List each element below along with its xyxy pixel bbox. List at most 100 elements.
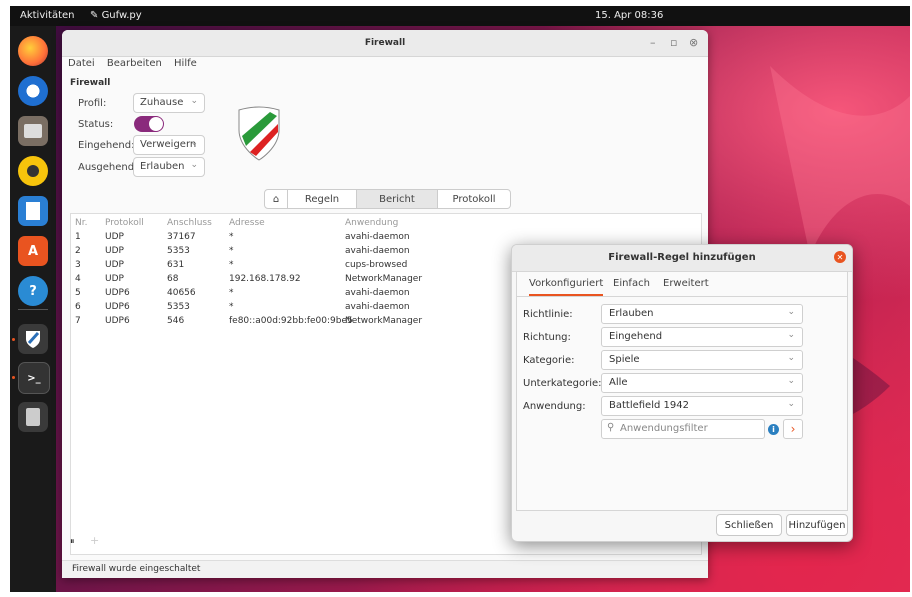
anwendung-label: Anwendung: <box>523 401 586 412</box>
chevron-down-icon: ⌄ <box>787 353 795 363</box>
running-indicator <box>12 376 15 379</box>
anwendung-select[interactable]: Battlefield 1942 ⌄ <box>601 396 803 416</box>
richtlinie-select[interactable]: Erlauben ⌄ <box>601 304 803 324</box>
chevron-down-icon: ⌄ <box>190 138 198 148</box>
terminal-icon[interactable]: >_ <box>18 362 50 394</box>
tab-protokoll[interactable]: Protokoll <box>438 190 510 208</box>
dialog-titlebar[interactable]: Firewall-Regel hinzufügen ✕ <box>512 245 852 272</box>
firefox-icon[interactable] <box>18 36 48 66</box>
cell-protokoll: UDP6 <box>105 302 130 312</box>
cell-nr: 7 <box>75 316 81 326</box>
chevron-down-icon: ⌄ <box>787 307 795 317</box>
menu-bearbeiten[interactable]: Bearbeiten <box>107 58 162 69</box>
status-toggle[interactable] <box>134 116 164 132</box>
col-anwendung[interactable]: Anwendung <box>345 218 398 228</box>
toggle-knob <box>149 117 163 131</box>
thunderbird-icon[interactable] <box>18 76 48 106</box>
filter-placeholder: Anwendungsfilter <box>620 423 708 434</box>
unterkategorie-select[interactable]: Alle ⌄ <box>601 373 803 393</box>
trash-icon[interactable] <box>18 402 48 432</box>
home-tab[interactable]: ⌂ <box>265 190 288 208</box>
chevron-down-icon: ⌄ <box>787 376 795 386</box>
cell-adresse: * <box>229 288 234 298</box>
files-icon[interactable] <box>18 116 48 146</box>
cell-anwendung: cups-browsed <box>345 260 408 270</box>
cell-nr: 2 <box>75 246 81 256</box>
info-icon[interactable]: i <box>768 424 779 435</box>
running-indicator <box>12 338 15 341</box>
profile-select[interactable]: Zuhause ⌄ <box>133 93 205 113</box>
rhythmbox-icon[interactable] <box>18 156 48 186</box>
chevron-down-icon: ⌄ <box>190 160 198 170</box>
help-icon[interactable]: ? <box>18 276 48 306</box>
cell-adresse: * <box>229 302 234 312</box>
add-icon[interactable]: + <box>90 534 99 547</box>
cell-anwendung: avahi-daemon <box>345 302 410 312</box>
col-protokoll[interactable]: Protokoll <box>105 218 144 228</box>
cell-protokoll: UDP <box>105 246 124 256</box>
unterkategorie-value: Alle <box>609 377 628 388</box>
tab-regeln[interactable]: Regeln <box>288 190 357 208</box>
clock[interactable]: 15. Apr 08:36 <box>595 10 663 21</box>
cell-anwendung: avahi-daemon <box>345 232 410 242</box>
tab-erweitert[interactable]: Erweitert <box>663 278 709 289</box>
add-rule-dialog: Firewall-Regel hinzufügen ✕ Vorkonfiguri… <box>511 244 853 542</box>
cell-anschluss: 40656 <box>167 288 196 298</box>
cell-anschluss: 37167 <box>167 232 196 242</box>
menu-hilfe[interactable]: Hilfe <box>174 58 197 69</box>
list-toolbar: ⏸ + <box>70 534 99 547</box>
tab-vorkonfiguriert[interactable]: Vorkonfiguriert <box>529 278 604 296</box>
application-filter-input[interactable]: ⚲ Anwendungsfilter <box>601 419 765 439</box>
cell-anwendung: NetworkManager <box>345 274 423 284</box>
dialog-title: Firewall-Regel hinzufügen <box>608 252 756 263</box>
cell-anschluss: 68 <box>167 274 179 284</box>
cell-nr: 3 <box>75 260 81 270</box>
software-icon[interactable]: A <box>18 236 48 266</box>
col-adresse[interactable]: Adresse <box>229 218 265 228</box>
close-button[interactable]: Schließen <box>716 514 782 536</box>
col-nr[interactable]: Nr. <box>75 218 87 228</box>
add-button[interactable]: Hinzufügen <box>786 514 848 536</box>
cell-adresse: fe80::a00d:92bb:fe00:9be5 <box>229 316 353 326</box>
minimize-icon[interactable]: – <box>650 36 656 49</box>
cell-protokoll: UDP <box>105 260 124 270</box>
kategorie-select[interactable]: Spiele ⌄ <box>601 350 803 370</box>
dialog-tabs: Vorkonfiguriert Einfach Erweitert <box>517 272 847 297</box>
gufw-icon[interactable] <box>18 324 48 354</box>
menu-datei[interactable]: Datei <box>68 58 95 69</box>
activities-button[interactable]: Aktivitäten <box>20 10 75 21</box>
kategorie-value: Spiele <box>609 354 640 365</box>
close-icon[interactable]: ⊗ <box>689 36 698 49</box>
cell-adresse: * <box>229 232 234 242</box>
chevron-right-icon[interactable]: › <box>783 419 803 439</box>
outgoing-select[interactable]: Erlauben ⌄ <box>133 157 205 177</box>
tab-einfach[interactable]: Einfach <box>613 278 650 289</box>
richtung-select[interactable]: Eingehend ⌄ <box>601 327 803 347</box>
chevron-down-icon: ⌄ <box>787 330 795 340</box>
cell-nr: 5 <box>75 288 81 298</box>
richtlinie-label: Richtlinie: <box>523 309 573 320</box>
window-title: Firewall <box>364 38 406 48</box>
cell-anschluss: 5353 <box>167 246 190 256</box>
incoming-select[interactable]: Verweigern ⌄ <box>133 135 205 155</box>
home-icon: ⌂ <box>272 193 280 205</box>
pause-button[interactable]: ⏸ <box>70 537 75 547</box>
app-menu[interactable]: ✎ Gufw.py <box>90 10 142 21</box>
col-anschluss[interactable]: Anschluss <box>167 218 212 228</box>
statusbar: Firewall wurde eingeschaltet <box>62 560 708 578</box>
dock-separator <box>18 309 48 310</box>
tab-bericht[interactable]: Bericht <box>357 190 438 208</box>
window-titlebar[interactable]: Firewall – ▫ ⊗ <box>62 30 708 57</box>
status-label: Status: <box>78 119 114 130</box>
gufw-small-icon: ✎ <box>90 10 102 21</box>
maximize-icon[interactable]: ▫ <box>670 36 677 49</box>
writer-icon[interactable] <box>18 196 48 226</box>
outgoing-value: Erlauben <box>140 161 185 172</box>
profile-label: Profil: <box>78 98 107 109</box>
firewall-shield-icon <box>238 106 280 161</box>
incoming-label: Eingehend: <box>78 140 135 151</box>
richtung-label: Richtung: <box>523 332 571 343</box>
view-tabs: ⌂ Regeln Bericht Protokoll <box>264 189 511 209</box>
richtung-value: Eingehend <box>609 331 663 342</box>
close-icon[interactable]: ✕ <box>834 251 846 263</box>
